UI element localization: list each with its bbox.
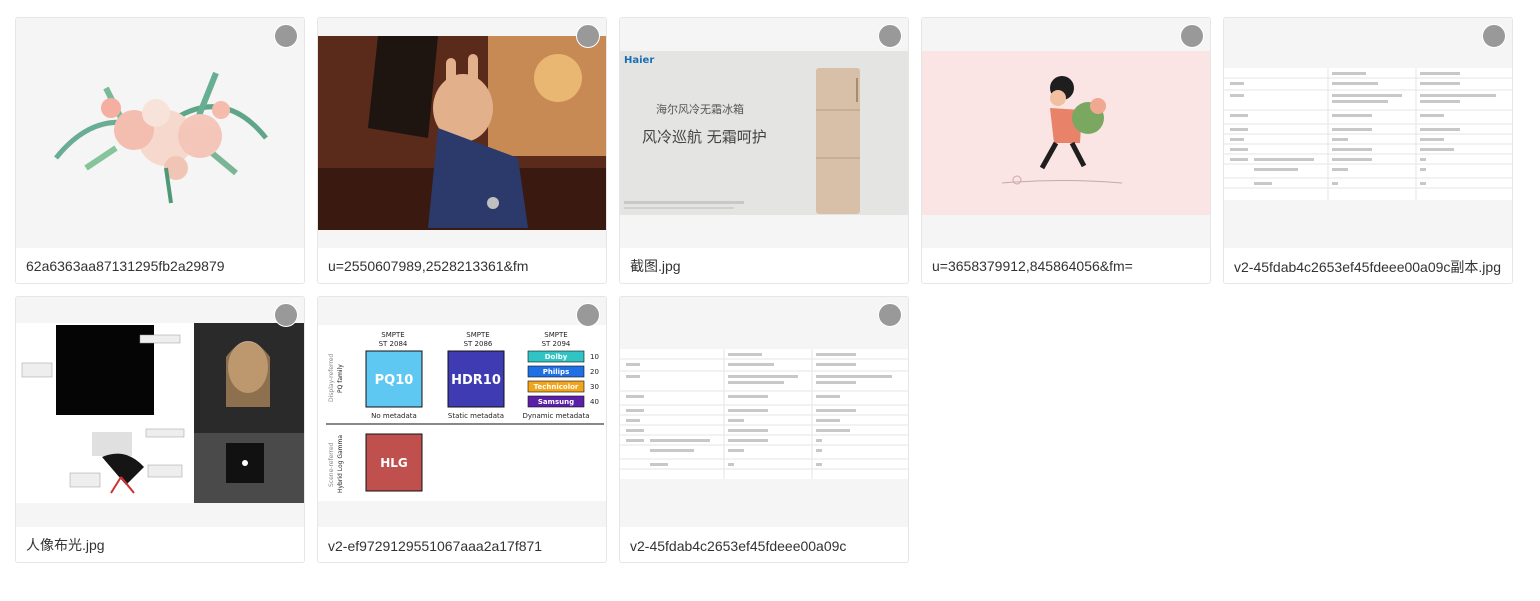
comparison-table-image xyxy=(620,349,908,479)
haier-fridge-ad-image: Haier 海尔风冷无霜冰箱 风冷巡航 无霜呵护 xyxy=(620,51,908,215)
select-checkbox[interactable] xyxy=(878,303,902,327)
standard-label: SMPTE xyxy=(381,331,404,339)
file-name: u=3658379912,845864056&fm= xyxy=(932,258,1133,274)
illustration-girl-flowers-image xyxy=(922,51,1210,215)
file-name: v2-45fdab4c2653ef45fdeee00a09c副本.jpg xyxy=(1234,259,1501,275)
metadata-label: Dynamic metadata xyxy=(522,412,589,420)
select-checkbox[interactable] xyxy=(274,24,298,48)
file-card[interactable]: v2-45fdab4c2653ef45fdeee00a09c副本.jpg xyxy=(1223,17,1513,284)
file-card[interactable]: SMPTE ST 2084 SMPTE ST 2086 SMPTE ST 209… xyxy=(317,296,607,563)
file-name: u=2550607989,2528213361&fm xyxy=(328,258,529,274)
side-label: Scene-referred xyxy=(328,442,335,487)
ad-headline-large: 风冷巡航 无霜呵护 xyxy=(642,128,767,146)
standard-label: SMPTE xyxy=(466,331,489,339)
file-name: 62a6363aa87131295fb2a29879 xyxy=(26,258,225,274)
file-card[interactable]: Haier 海尔风冷无霜冰箱 风冷巡航 无霜呵护 截图.jpg xyxy=(619,17,909,284)
thumbnail: Haier 海尔风冷无霜冰箱 风冷巡航 无霜呵护 xyxy=(620,18,908,248)
hdr10-label: HDR10 xyxy=(451,373,501,388)
standard-label: ST 2086 xyxy=(464,340,493,348)
vendor-number: 30 xyxy=(590,383,599,391)
file-card[interactable]: u=2550607989,2528213361&fm xyxy=(317,17,607,284)
standard-label: ST 2094 xyxy=(542,340,571,348)
thumbnail xyxy=(318,18,606,248)
side-label: PQ family xyxy=(337,364,344,393)
vendor-number: 20 xyxy=(590,368,599,376)
vendor-label: Philips xyxy=(543,368,570,376)
select-checkbox[interactable] xyxy=(1180,24,1204,48)
select-checkbox[interactable] xyxy=(1482,24,1506,48)
vendor-label: Technicolor xyxy=(534,383,579,391)
standard-label: ST 2084 xyxy=(379,340,408,348)
select-checkbox[interactable] xyxy=(274,303,298,327)
thumbnail xyxy=(620,297,908,527)
brand-logo: Haier xyxy=(624,55,654,66)
thumbnail xyxy=(922,18,1210,248)
file-name: 人像布光.jpg xyxy=(26,537,105,553)
watercolor-flowers-image xyxy=(54,71,268,204)
file-name: 截图.jpg xyxy=(630,258,681,274)
select-checkbox[interactable] xyxy=(576,303,600,327)
file-card[interactable]: v2-45fdab4c2653ef45fdeee00a09c xyxy=(619,296,909,563)
select-checkbox[interactable] xyxy=(576,24,600,48)
photo-hand-gesture-image xyxy=(318,36,606,230)
file-card[interactable]: 人像布光.jpg xyxy=(15,296,305,563)
thumbnail xyxy=(16,297,304,527)
vendor-number: 10 xyxy=(590,353,599,361)
comparison-table-image xyxy=(1224,68,1512,200)
metadata-label: No metadata xyxy=(371,412,417,420)
pq10-label: PQ10 xyxy=(375,373,414,388)
standard-label: SMPTE xyxy=(544,331,567,339)
file-grid: 62a6363aa87131295fb2a29879 u=2550607989,… xyxy=(0,0,1540,601)
vendor-label: Dolby xyxy=(545,353,568,361)
side-label: Display-referred xyxy=(328,354,335,402)
hdr-format-diagram-image: SMPTE ST 2084 SMPTE ST 2086 SMPTE ST 209… xyxy=(318,325,606,501)
vendor-number: 40 xyxy=(590,398,599,406)
side-label: Hybrid Log Gamma xyxy=(337,435,344,493)
file-card[interactable]: u=3658379912,845864056&fm= xyxy=(921,17,1211,284)
ad-headline-small: 海尔风冷无霜冰箱 xyxy=(656,102,744,116)
thumbnail: SMPTE ST 2084 SMPTE ST 2086 SMPTE ST 209… xyxy=(318,297,606,527)
file-card[interactable]: 62a6363aa87131295fb2a29879 xyxy=(15,17,305,284)
vendor-label: Samsung xyxy=(538,398,574,406)
hlg-label: HLG xyxy=(380,456,408,470)
thumbnail xyxy=(16,18,304,248)
metadata-label: Static metadata xyxy=(448,412,504,420)
portrait-lighting-setup-image xyxy=(16,323,304,503)
file-name: v2-ef9729129551067aaa2a17f871 xyxy=(328,538,543,554)
select-checkbox[interactable] xyxy=(878,24,902,48)
thumbnail xyxy=(1224,18,1512,248)
file-name: v2-45fdab4c2653ef45fdeee00a09c xyxy=(630,538,847,554)
